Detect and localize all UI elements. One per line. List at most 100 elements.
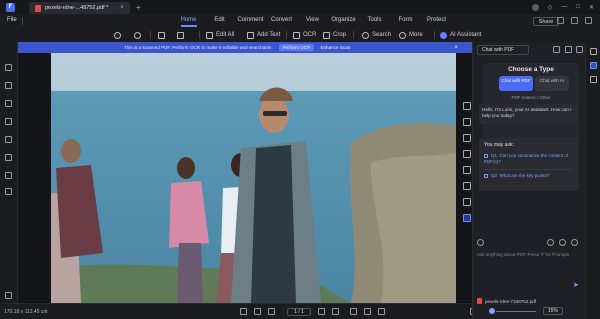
add-icon[interactable] bbox=[571, 239, 578, 246]
chat-input[interactable]: Ask anything about PDF. Press '#' for Pr… bbox=[477, 252, 581, 257]
zoom-slider-knob[interactable] bbox=[489, 308, 495, 314]
tool-1-icon[interactable] bbox=[463, 102, 471, 110]
settings-icon[interactable] bbox=[571, 17, 578, 24]
zoom-slider[interactable] bbox=[496, 311, 536, 312]
panel-settings-icon[interactable] bbox=[565, 46, 572, 53]
collapse-icon[interactable] bbox=[585, 17, 592, 24]
highlight-button[interactable] bbox=[158, 30, 165, 40]
stamp-icon[interactable] bbox=[5, 188, 12, 195]
menu-bar: File Home Edit Comment Convert View Orga… bbox=[0, 14, 600, 28]
menu-tab-form[interactable]: Form bbox=[390, 17, 421, 27]
pdf-file-icon bbox=[35, 4, 41, 12]
shape-button[interactable] bbox=[177, 30, 184, 40]
panel-close-icon[interactable] bbox=[576, 46, 583, 53]
zoom-out-button[interactable] bbox=[114, 30, 121, 40]
zoom-in-icon bbox=[134, 31, 141, 39]
thumbnails-icon[interactable] bbox=[5, 64, 12, 71]
account-avatar-icon[interactable] bbox=[531, 3, 539, 11]
prompt-icon[interactable] bbox=[477, 239, 484, 246]
clock-icon[interactable] bbox=[559, 239, 566, 246]
menu-tab-view[interactable]: View bbox=[297, 17, 328, 27]
view-mode-icon[interactable] bbox=[378, 308, 385, 315]
first-page-icon[interactable] bbox=[268, 308, 275, 315]
close-window-icon[interactable]: ✕ bbox=[589, 4, 594, 11]
tool-3-icon[interactable] bbox=[463, 134, 471, 142]
left-sidebar bbox=[0, 42, 18, 319]
signature-icon[interactable] bbox=[5, 136, 12, 143]
properties-icon[interactable] bbox=[590, 48, 597, 55]
share-button[interactable]: Share bbox=[533, 17, 559, 26]
menu-tab-protect[interactable]: Protect bbox=[421, 17, 452, 27]
edit-all-button[interactable]: Edit All bbox=[206, 30, 234, 40]
document-viewer[interactable]: This is a scanned PDF. Perform OCR to ma… bbox=[18, 42, 472, 303]
layers-icon[interactable] bbox=[5, 154, 12, 161]
page-dimensions: 170.18 x 113.45 cm bbox=[4, 309, 48, 315]
crop-button[interactable]: Crop bbox=[323, 30, 346, 40]
banner-close-icon[interactable]: × bbox=[454, 45, 458, 51]
last-page-icon[interactable] bbox=[332, 308, 339, 315]
tool-7-icon[interactable] bbox=[463, 198, 471, 206]
ocr-button[interactable]: OCR bbox=[293, 30, 316, 40]
document-tab[interactable]: pexels-rdne-...48752.pdf * × bbox=[29, 2, 130, 14]
divider bbox=[22, 17, 23, 25]
search-button[interactable]: Search bbox=[362, 30, 391, 40]
page-number-input[interactable]: 1 / 1 bbox=[287, 308, 311, 316]
ai-tool-icon[interactable] bbox=[463, 214, 471, 222]
more-button[interactable]: More bbox=[399, 30, 423, 40]
menu-tabs: Home Edit Comment Convert View Organize … bbox=[173, 17, 452, 27]
ai-assistant-panel: Chat with PDF Choose a Type Chat with PD… bbox=[472, 42, 585, 319]
maximize-icon[interactable]: □ bbox=[576, 4, 580, 10]
tab-close-icon[interactable]: × bbox=[120, 5, 124, 11]
enhance-scan-button[interactable]: Enhance Scan bbox=[320, 45, 350, 50]
upload-icon[interactable] bbox=[557, 17, 564, 24]
search-panel-icon[interactable] bbox=[5, 172, 12, 179]
more-label: More bbox=[409, 32, 423, 38]
zoom-level-select[interactable]: 15% bbox=[543, 307, 563, 315]
ai-assistant-button[interactable]: AI Assistant bbox=[440, 30, 481, 40]
menu-tab-home[interactable]: Home bbox=[173, 17, 204, 27]
ocr-banner-message: This is a scanned PDF. Perform OCR to ma… bbox=[124, 45, 273, 50]
tool-5-icon[interactable] bbox=[463, 166, 471, 174]
next-page-icon[interactable] bbox=[318, 308, 325, 315]
hand-tool-icon[interactable] bbox=[254, 308, 261, 315]
menu-tab-edit[interactable]: Edit bbox=[204, 17, 235, 27]
fit-width-icon[interactable] bbox=[364, 308, 371, 315]
tab-title: pexels-rdne-...48752.pdf * bbox=[45, 5, 109, 11]
select-tool-icon[interactable] bbox=[240, 308, 247, 315]
add-text-button[interactable]: Add Text bbox=[247, 30, 280, 40]
image-icon[interactable] bbox=[547, 239, 554, 246]
minimize-icon[interactable]: — bbox=[561, 4, 567, 10]
chat-mode-select[interactable]: Chat with PDF bbox=[477, 45, 529, 55]
bookmark-icon[interactable] bbox=[5, 82, 12, 89]
suggested-question-1[interactable]: Q1. Can you summarize the content of PDF… bbox=[484, 153, 572, 164]
file-menu[interactable]: File bbox=[7, 17, 17, 23]
tool-6-icon[interactable] bbox=[463, 182, 471, 190]
ocr-label: OCR bbox=[303, 32, 317, 38]
suggested-question-2[interactable]: Q2. What are the key points? bbox=[484, 173, 572, 179]
menu-tab-tools[interactable]: Tools bbox=[359, 17, 390, 27]
new-tab-icon[interactable]: + bbox=[136, 3, 141, 12]
notification-icon[interactable]: ◇ bbox=[548, 4, 553, 11]
chat-with-pdf-option[interactable]: Chat with PDF bbox=[499, 76, 533, 91]
right-toolstrip bbox=[585, 42, 600, 319]
page-image bbox=[51, 53, 456, 303]
chat-with-ai-option[interactable]: Chat with AI bbox=[535, 76, 569, 91]
perform-ocr-button[interactable]: Perform OCR bbox=[278, 44, 315, 51]
divider bbox=[150, 31, 151, 39]
attachment-icon[interactable] bbox=[5, 118, 12, 125]
ai-panel-icon[interactable] bbox=[590, 62, 597, 69]
send-icon[interactable]: ➤ bbox=[573, 282, 580, 289]
fit-page-icon[interactable] bbox=[350, 308, 357, 315]
menu-tab-comment[interactable]: Comment bbox=[235, 17, 266, 27]
tool-2-icon[interactable] bbox=[463, 118, 471, 126]
attached-file[interactable]: pexels-rdne-7348752.pdf bbox=[477, 298, 536, 304]
history-icon[interactable] bbox=[553, 46, 560, 53]
tool-4-icon[interactable] bbox=[463, 150, 471, 158]
comment-icon[interactable] bbox=[5, 100, 12, 107]
menu-tab-convert[interactable]: Convert bbox=[266, 17, 297, 27]
menubar-icons bbox=[557, 17, 592, 24]
menu-tab-organize[interactable]: Organize bbox=[328, 17, 359, 27]
zoom-in-button[interactable] bbox=[134, 30, 141, 40]
translate-icon[interactable] bbox=[590, 76, 597, 83]
help-icon[interactable] bbox=[5, 292, 12, 299]
